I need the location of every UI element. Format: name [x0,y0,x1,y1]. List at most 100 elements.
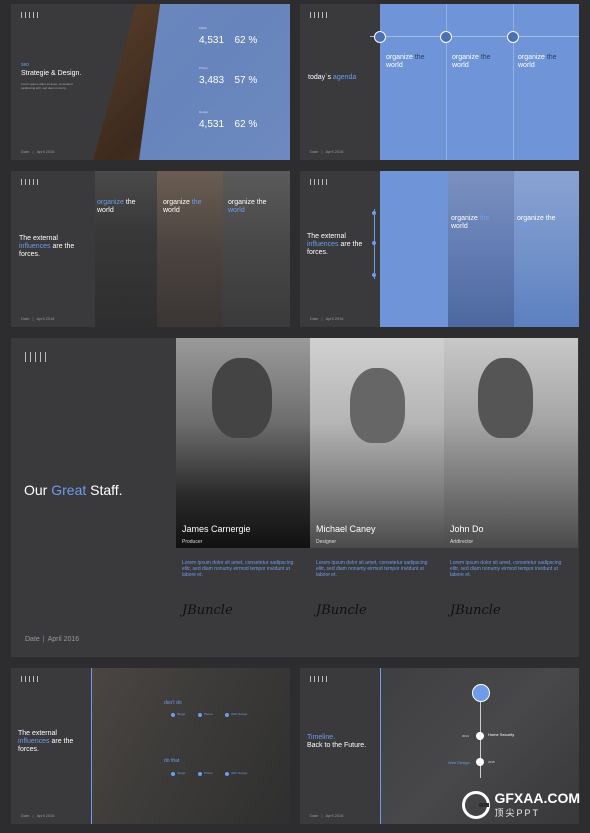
logo [21,12,38,18]
gear-icon [440,31,452,43]
col-word-b: the [125,199,136,206]
timeline-item: Home Security [488,732,515,737]
stat-percent: 62 % [234,35,258,46]
col-word-a: organize [386,54,413,61]
tag: Target [177,771,186,775]
agenda-title-accent: agenda [332,74,357,81]
col-word-b: the [480,54,491,61]
list-column-2: organize the world [517,215,556,231]
line1: The external [19,235,58,242]
slide-footer: Date | April 2016 [21,316,55,321]
watermark-main: GFXAA.COM [494,790,580,806]
design-icon [225,772,229,776]
stat-number: 4,531 [199,35,225,46]
col-word-b: the [546,54,557,61]
accent: influences [307,241,339,248]
line3: forces. [307,249,329,256]
slide-strategy[interactable]: seo Strategie & Design. Lorem ipsum dolo… [11,4,290,160]
design-icon [225,713,229,717]
line3: forces. [18,746,40,753]
staff-desc: Lorem ipsum dolor sit amet, consetetur s… [316,560,428,578]
timeline-node [476,758,484,766]
agenda-column-2: organize the world [452,54,508,70]
footer-date: Date [25,636,40,643]
title-accent: Great [51,482,87,498]
stat-label: Phone [199,66,208,70]
footer-month: April 2016 [36,149,55,154]
stat-percent: 57 % [234,75,258,86]
stat-1: Tablet 4,531 62 % [199,26,257,48]
staff-card-1[interactable]: James Carnergie Producer [176,338,310,548]
stat-number: 3,483 [199,75,225,86]
col-word-a: organize [97,199,124,206]
agenda-divider [446,4,447,160]
staff-name: James Carnergie [182,524,251,534]
city-photo [95,171,157,327]
agenda-column-1: organize the world [386,54,442,70]
footer-date: Date [310,149,319,154]
col-word-a: organize [451,215,478,222]
background-photo [92,668,290,824]
footer-month: April 2016 [325,813,344,818]
do-that-heading: do that [164,758,180,764]
slide-dont-do[interactable]: The external influences are the forces. … [11,668,290,824]
seo-label: seo [21,62,30,68]
slide-influences-photos[interactable]: The external influences are the forces. … [11,171,290,327]
slide-footer: Date | April 2016 [21,149,55,154]
portrait-photo [514,171,579,327]
stat-2: Phone 3,483 57 % [199,66,257,88]
col-word-c: world [518,62,535,69]
col-word-c: world [97,207,114,214]
staff-title: Our Great Staff. [24,482,123,498]
agenda-title: today`s agenda [308,74,356,82]
footer-date: Date [21,149,30,154]
title-post: Staff. [90,482,123,498]
tag: Phone [204,712,213,716]
photo-column-3: organize the world [228,199,267,215]
col-word-b: the [479,215,490,222]
slide1-lorem: Lorem ipsum dolor sit amet, consetetur s… [21,82,73,90]
avatar [478,358,533,438]
staff-name: Michael Caney [316,524,376,534]
col-word-a: organize [452,54,479,61]
slide-footer: Date | April 2016 [310,316,344,321]
footer-date: Date [21,316,30,321]
influences-text: The external influences are the forces. [307,233,362,257]
footer-date: Date [21,813,30,818]
tag: Target [177,712,186,716]
timeline-node [476,732,484,740]
col-word-a: organize [517,215,544,222]
slide-footer: Date | April 2016 [310,813,344,818]
slide-agenda[interactable]: today`s agenda organize the world organiz… [300,4,579,160]
col-word-a: organize [228,199,255,206]
line2: are the [52,243,75,250]
staff-role: Artdirector [450,539,474,545]
stat-label: Tablet [199,26,208,30]
footer-month: April 2016 [36,813,55,818]
slide-footer: Date | April 2016 [21,813,55,818]
slide-footer: Date | April 2016 [310,149,344,154]
list-panel [380,171,448,327]
footer-month: April 2016 [325,149,344,154]
col-word-c: world [517,223,534,230]
staff-card-2[interactable]: Michael Caney Designer [310,338,444,548]
tag: Phone [204,771,213,775]
line2: are the [51,738,74,745]
timeline-accent: Timeline. [307,734,336,741]
staff-card-3[interactable]: John Do Artdirector [444,338,578,548]
timeline-title: Timeline. Back to the Future. [307,734,366,750]
line3: forces. [19,251,41,258]
home-icon [472,684,490,702]
portrait-photo [223,171,290,327]
agenda-line [370,36,579,37]
slide-influences-list[interactable]: The external influences are the forces. … [300,171,579,327]
accent: influences [18,738,50,745]
line2: are the [340,241,363,248]
col-word-c: world [163,207,180,214]
staff-role: Designer [316,539,337,545]
list-dot [372,211,376,215]
signature: JBuncle [450,603,501,618]
logo [25,352,46,362]
stat-percent: 62 % [234,119,258,130]
avatar [350,368,405,443]
